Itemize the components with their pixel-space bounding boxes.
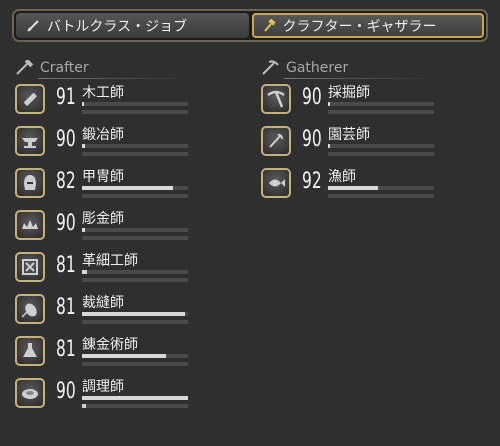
crafter-job-row: 90 鍛冶師 xyxy=(15,126,200,168)
exp-bar xyxy=(82,228,188,232)
secondary-exp-bar xyxy=(82,110,188,114)
exp-bar xyxy=(328,144,434,148)
exp-bar-fill xyxy=(328,102,331,106)
exp-bar-fill xyxy=(82,354,166,358)
tab-crafter-label: クラフター・ギャザラー xyxy=(282,18,437,35)
job-name: 甲冑師 xyxy=(82,169,124,185)
secondary-exp-bar xyxy=(328,194,434,198)
exp-bar-fill xyxy=(82,396,188,400)
job-level: 91 xyxy=(56,85,76,110)
job-name: 彫金師 xyxy=(82,211,124,227)
secondary-exp-bar xyxy=(328,152,434,156)
saw-icon[interactable] xyxy=(15,84,45,114)
crafter-job-list: 91 木工師 90 鍛冶師 82 甲冑師 90 彫金師 81 革細工師 81 裁縫師 81 錬金術師 90 調… xyxy=(15,84,200,420)
crafter-heading: Crafter xyxy=(14,58,188,79)
fish-icon[interactable] xyxy=(261,168,291,198)
flask-icon[interactable] xyxy=(15,336,45,366)
crafter-heading-label: Crafter xyxy=(40,60,89,76)
leather-icon[interactable] xyxy=(15,252,45,282)
job-level: 81 xyxy=(56,337,76,362)
exp-bar-fill xyxy=(82,102,85,106)
crafter-job-row: 81 裁縫師 xyxy=(15,294,200,336)
secondary-exp-bar xyxy=(82,278,188,282)
secondary-exp-bar xyxy=(82,194,188,198)
job-level: 90 xyxy=(302,85,322,110)
job-level: 90 xyxy=(302,127,322,152)
exp-bar xyxy=(328,102,434,106)
job-name: 園芸師 xyxy=(328,127,370,143)
secondary-exp-bar xyxy=(82,320,188,324)
hatchet-icon[interactable] xyxy=(261,126,291,156)
job-name: 漁師 xyxy=(328,169,356,185)
secondary-exp-bar xyxy=(82,152,188,156)
gatherer-heading: Gatherer xyxy=(260,60,435,79)
exp-bar xyxy=(82,270,188,274)
job-level: 92 xyxy=(302,169,322,194)
tab-crafter-gatherer[interactable]: クラフター・ギャザラー xyxy=(251,13,484,38)
cooking-icon[interactable] xyxy=(15,378,45,408)
helmet-icon[interactable] xyxy=(15,168,45,198)
exp-bar-fill xyxy=(82,186,174,190)
exp-bar-fill xyxy=(82,228,86,232)
tab-battle-label: バトルクラス・ジョブ xyxy=(47,18,188,35)
gatherer-job-row: 90 園芸師 xyxy=(261,126,446,168)
job-level: 90 xyxy=(56,127,76,152)
crafter-job-row: 82 甲冑師 xyxy=(15,168,200,210)
crafter-job-row: 81 革細工師 xyxy=(15,252,200,294)
thread-icon[interactable] xyxy=(15,294,45,324)
job-level: 81 xyxy=(56,295,76,320)
job-level: 81 xyxy=(56,253,76,278)
gatherer-heading-label: Gatherer xyxy=(286,60,349,76)
crafter-job-row: 81 錬金術師 xyxy=(15,336,200,378)
secondary-exp-bar xyxy=(82,236,188,240)
exp-bar-fill xyxy=(82,270,88,274)
job-name: 鍛冶師 xyxy=(82,127,124,143)
gatherer-job-row: 90 採掘師 xyxy=(261,84,446,126)
exp-bar xyxy=(82,186,188,190)
exp-bar-fill xyxy=(82,144,86,148)
job-category-tabs: バトルクラス・ジョブ クラフター・ギャザラー xyxy=(12,9,488,42)
secondary-exp-bar xyxy=(82,404,188,408)
job-level: 90 xyxy=(56,379,76,404)
crafter-job-row: 90 彫金師 xyxy=(15,210,200,252)
job-name: 採掘師 xyxy=(328,85,370,101)
job-level: 90 xyxy=(56,211,76,236)
secondary-exp-bar xyxy=(82,362,188,366)
crafter-job-row: 90 調理師 xyxy=(15,378,200,420)
exp-bar xyxy=(82,144,188,148)
job-name: 調理師 xyxy=(82,379,124,395)
job-name: 裁縫師 xyxy=(82,295,124,311)
secondary-exp-bar xyxy=(328,110,434,114)
exp-bar-fill xyxy=(82,312,185,316)
pickaxe-icon[interactable] xyxy=(261,84,291,114)
gatherer-job-row: 92 漁師 xyxy=(261,168,446,210)
exp-bar xyxy=(82,102,188,106)
crafter-icon xyxy=(14,58,34,76)
job-level: 82 xyxy=(56,169,76,194)
exp-bar xyxy=(82,354,188,358)
exp-bar-fill xyxy=(82,404,87,408)
exp-bar-fill xyxy=(328,144,331,148)
job-name: 錬金術師 xyxy=(82,337,138,353)
sword-icon xyxy=(26,19,40,33)
hammer-icon xyxy=(262,18,276,33)
exp-bar xyxy=(328,186,434,190)
anvil-icon[interactable] xyxy=(15,126,45,156)
tab-battle-class-job[interactable]: バトルクラス・ジョブ xyxy=(16,13,249,38)
tiara-icon[interactable] xyxy=(15,210,45,240)
exp-bar xyxy=(82,312,188,316)
exp-bar-fill xyxy=(328,186,378,190)
gatherer-icon xyxy=(260,60,280,76)
job-name: 革細工師 xyxy=(82,253,138,269)
crafter-job-row: 91 木工師 xyxy=(15,84,200,126)
job-name: 木工師 xyxy=(82,85,124,101)
exp-bar xyxy=(82,396,188,400)
gatherer-job-list: 90 採掘師 90 園芸師 92 漁師 xyxy=(261,84,446,210)
